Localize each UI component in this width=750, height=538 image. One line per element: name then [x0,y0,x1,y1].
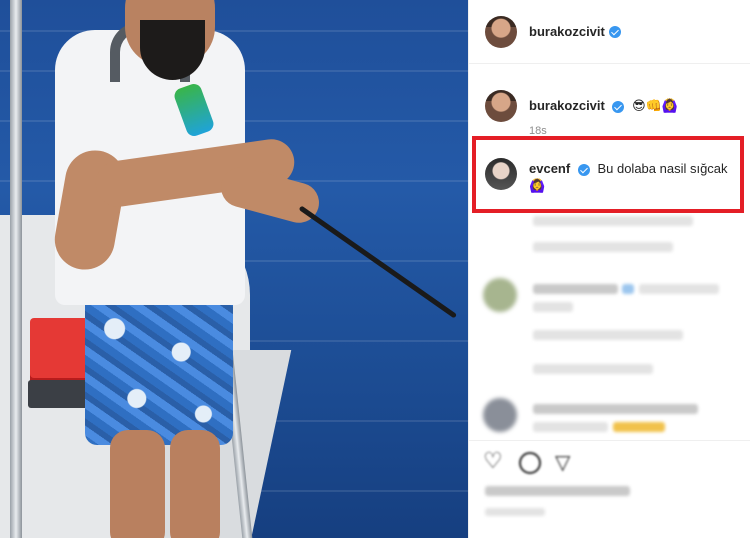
verified-badge-icon [612,100,625,113]
highlight-box [472,136,744,213]
caption-emojis: 😎👊🙆‍♀️ [632,99,679,114]
blurred-username [533,404,698,414]
avatar[interactable] [485,90,517,122]
action-bar [483,448,577,475]
caption-username[interactable]: burakozcivit [529,98,605,113]
boat-rail [10,0,22,538]
blurred-text [533,364,653,374]
post-header: burakozcivit [469,0,750,64]
comment-icon[interactable] [519,452,541,474]
avatar[interactable] [483,278,517,312]
avatar[interactable] [485,15,517,48]
blurred-text [533,242,673,252]
swim-shorts [85,290,233,445]
cooler-box [30,318,90,388]
blurred-date [485,508,545,516]
blurred-emojis [613,422,665,432]
post-side-panel: burakozcivit burakozcivit 😎👊🙆‍♀️ 18s evc… [468,0,750,538]
verified-badge-icon [622,284,634,294]
verified-badge-icon [608,25,621,38]
blurred-likes [485,486,630,496]
blurred-text [533,216,693,226]
share-icon[interactable] [555,450,577,475]
post-photo [0,0,468,538]
header-username[interactable]: burakozcivit [529,24,605,39]
blurred-text [533,422,608,432]
caption: burakozcivit 😎👊🙆‍♀️ [485,90,743,122]
blurred-text [533,302,573,312]
divider [469,440,750,441]
blurred-username [533,284,618,294]
heart-icon[interactable] [483,448,505,474]
blurred-text [533,330,683,340]
blurred-text [639,284,719,294]
avatar[interactable] [483,398,517,432]
